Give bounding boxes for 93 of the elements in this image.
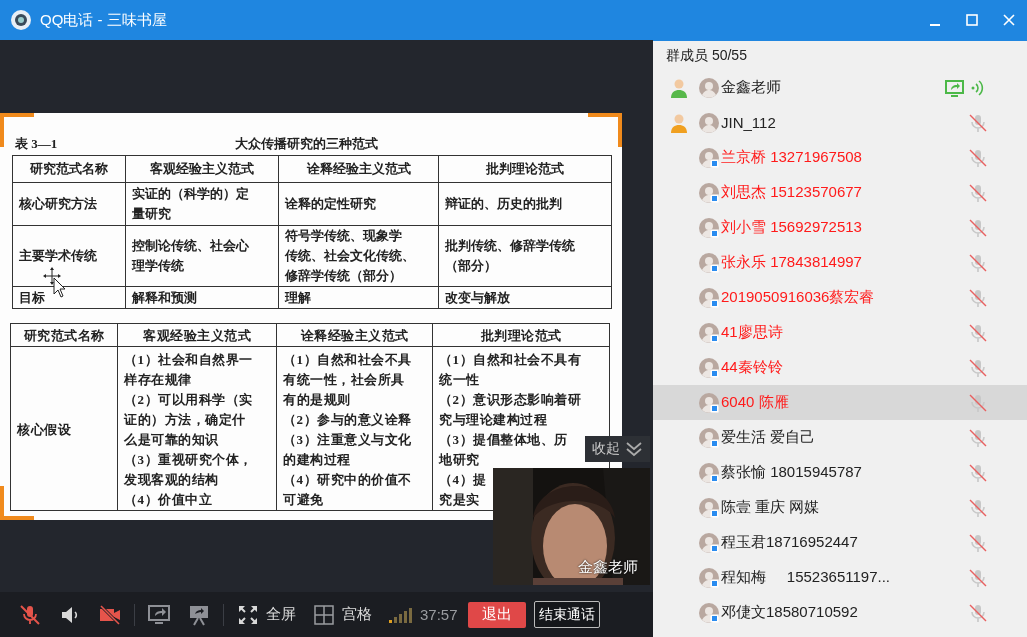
cell-text: 传统、社会文化传统、 [285,247,415,265]
cell-text: 有的是规则 [283,391,351,409]
cell-text: 究是实 [439,491,480,509]
cell-text: 量研究 [132,205,171,223]
cell-text: 证的）方法，确定什 [124,411,246,429]
grid-icon[interactable] [312,602,336,627]
cell-text: （4）价值中立 [124,491,212,509]
cell-text: 主要学术传统 [19,247,97,265]
member-name: 程知梅 15523651197... [721,568,891,587]
frame-corner [588,113,622,147]
member-count-title: 群成员 50/55 [665,46,748,65]
end-call-button[interactable]: 结束通话 [533,601,600,628]
exit-button[interactable]: 退出 [467,601,526,628]
signal-icon [388,606,414,623]
cell-text: 样存在规律 [124,371,192,389]
grid-view-button[interactable]: 宫格 [308,598,376,631]
cell-text: 地研究 [439,451,480,469]
cell-text: 可避免 [283,491,324,509]
cell-text: 改变与解放 [445,288,510,307]
member-name: 蔡张愉 18015945787 [721,463,863,482]
table-title: 大众传播研究的三种范式 [235,135,378,153]
member-name: 2019050916036蔡宏睿 [721,288,876,307]
cell-text: 符号学传统、现象学 [285,227,402,245]
member-row[interactable]: 陈壹 重庆 网媒 [653,490,1027,525]
cell-text: 统一性 [439,371,480,389]
cell-text: 修辞学传统（部分） [285,267,402,285]
cell-text: （3）重视研究个体， [124,451,253,469]
cell-text: 的建构过程 [283,451,351,469]
frame-corner [0,486,34,520]
maximize-icon[interactable] [964,13,979,27]
header-cell: 诠释经验主义范式 [278,155,439,183]
header-cell: 客观经验主义范式 [125,155,279,183]
cell-text: （1）自然和社会不具 [283,351,412,369]
cell-text: （4）研究中的价值不 [283,471,412,489]
cell-text: 辩证的、历史的批判 [445,195,562,213]
cell-text: （2）意识形态影响着研 [439,391,581,409]
member-row[interactable]: JIN_112 [653,105,1027,140]
cell-text: （部分） [445,257,497,275]
member-row[interactable]: 程玉君18716952447 [653,525,1027,560]
header-cell: 研究范式名称 [10,323,118,347]
member-row[interactable]: 爱生活 爱自己 [653,420,1027,455]
member-row[interactable]: 蔡张愉 18015945787 [653,455,1027,490]
member-name: 刘思杰 15123570677 [721,183,863,202]
member-name: JIN_112 [721,114,777,131]
window-title: QQ电话 - 三味书屋 [40,10,168,30]
member-row[interactable]: 金鑫老师 [653,70,1027,105]
cell-text: 批判传统、修辞学传统 [445,237,575,255]
cell-text: （2）参与的意义诠释 [283,411,412,429]
member-name: 6040 陈雁 [721,393,790,412]
cell-text: 究与理论建构过程 [439,411,547,429]
member-name: 张永乐 17843814997 [721,253,863,272]
camera-logo-icon [10,9,32,31]
member-name: 金鑫老师 [721,78,782,97]
cell-text: （4）提 [439,471,487,489]
member-name: 刘小雪 15692972513 [721,218,863,237]
cell-text: 解释和预测 [132,288,197,307]
cell-text: 核心研究方法 [19,195,97,213]
cell-text: 么是可靠的知识 [124,431,219,449]
cell-text: （1）自然和社会不具有 [439,351,581,369]
cell-text: 理解 [285,288,311,307]
member-name: 陈壹 重庆 网媒 [721,498,821,517]
member-name: 兰京桥 13271967508 [721,148,863,167]
header-cell: 批判理论范式 [438,155,612,183]
header-cell: 客观经验主义范式 [117,323,277,347]
member-name: 爱生活 爱自己 [721,428,817,447]
table-caption: 表 3—1 [15,135,59,153]
cell-text: （3）注重意义与文化 [283,431,412,449]
member-name: 程玉君18716952447 [721,533,859,552]
member-name: 邓倢文18580710592 [721,603,859,622]
cell-text: （3）提倡整体地、历 [439,431,568,449]
collapse-button[interactable]: 收起 [585,436,650,462]
cell-text: 发现客观的结构 [124,471,219,489]
close-icon[interactable] [1001,13,1016,27]
avatar-icon [699,77,719,98]
cell-text: 实证的（科学的）定 [132,185,249,203]
member-name: 41廖思诗 [721,323,784,342]
fullscreen-button[interactable]: 全屏 [232,598,300,631]
cell-text: 有统一性，社会所具 [283,371,405,389]
cell-text: 控制论传统、社会心 [132,237,249,255]
cell-text: （1）社会和自然界一 [124,351,253,369]
avatar-icon [699,112,719,133]
header-cell: 诠释经验主义范式 [276,323,433,347]
call-timer: 37:57 [420,606,458,623]
member-row[interactable]: 邓倢文18580710592 [653,595,1027,630]
cell-text: （2）可以用科学（实 [124,391,253,409]
cell-text: 理学传统 [132,257,184,275]
cell-text: 诠释的定性研究 [285,195,376,213]
header-cell: 批判理论范式 [432,323,610,347]
cell-text: 目标 [19,288,45,307]
header-cell: 研究范式名称 [12,155,126,183]
cell-text: 核心假设 [17,421,71,439]
member-name: 44秦铃铃 [721,358,784,377]
member-row[interactable]: 程知梅 15523651197... [653,560,1027,595]
